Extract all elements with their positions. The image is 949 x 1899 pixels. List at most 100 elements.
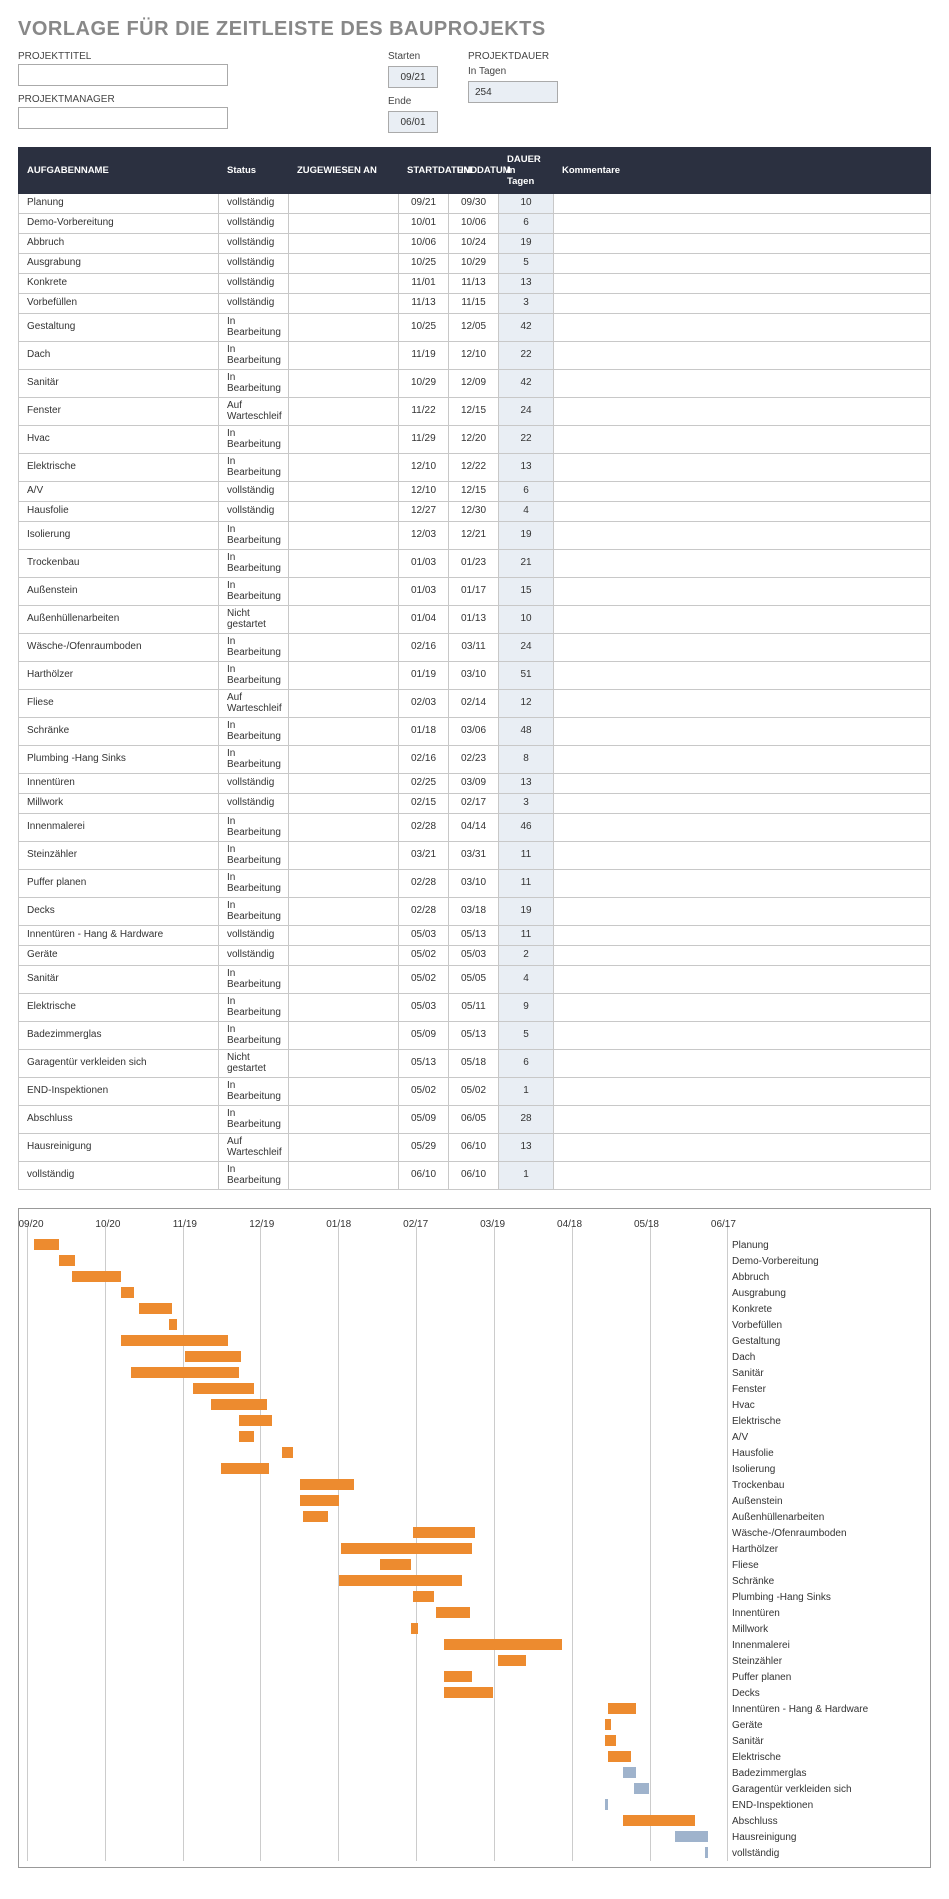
task-status: Auf Warteschleif (219, 690, 289, 718)
table-row[interactable]: END-InspektionenIn Bearbeitung05/0205/02… (19, 1078, 931, 1106)
task-status: In Bearbeitung (219, 314, 289, 342)
task-assigned (289, 522, 399, 550)
table-row[interactable]: AußensteinIn Bearbeitung01/0301/1715 (19, 578, 931, 606)
gantt-row-label: Wäsche-/Ofenraumboden (732, 1528, 926, 1539)
task-duration: 21 (499, 550, 554, 578)
table-row[interactable]: Puffer planenIn Bearbeitung02/2803/1011 (19, 870, 931, 898)
task-start: 12/10 (399, 482, 449, 502)
table-row[interactable]: FlieseAuf Warteschleif02/0302/1412 (19, 690, 931, 718)
table-row[interactable]: Innentüren - Hang & Hardwarevollständig0… (19, 926, 931, 946)
task-duration: 13 (499, 274, 554, 294)
table-row[interactable]: Planungvollständig09/2109/3010 (19, 194, 931, 214)
task-assigned (289, 254, 399, 274)
task-end: 12/20 (449, 426, 499, 454)
table-row[interactable]: Vorbefüllenvollständig11/1311/153 (19, 294, 931, 314)
task-name: Plumbing -Hang Sinks (19, 746, 219, 774)
table-row[interactable]: FensterAuf Warteschleif11/2212/1524 (19, 398, 931, 426)
table-row[interactable]: SchränkeIn Bearbeitung01/1803/0648 (19, 718, 931, 746)
gantt-bar (341, 1543, 472, 1554)
task-comments (554, 898, 931, 926)
task-duration: 42 (499, 314, 554, 342)
task-name: Außenhüllenarbeiten (19, 606, 219, 634)
table-row[interactable]: Innentürenvollständig02/2503/0913 (19, 774, 931, 794)
task-start: 11/19 (399, 342, 449, 370)
task-assigned (289, 214, 399, 234)
table-row[interactable]: ElektrischeIn Bearbeitung05/0305/119 (19, 994, 931, 1022)
project-title-input[interactable] (18, 64, 228, 86)
table-row[interactable]: Millworkvollständig02/1502/173 (19, 794, 931, 814)
table-row[interactable]: Abbruchvollständig10/0610/2419 (19, 234, 931, 254)
table-row[interactable]: HvacIn Bearbeitung11/2912/2022 (19, 426, 931, 454)
task-start: 05/29 (399, 1134, 449, 1162)
table-row[interactable]: vollständigIn Bearbeitung06/1006/101 (19, 1162, 931, 1190)
table-row[interactable]: InnenmalereiIn Bearbeitung02/2804/1446 (19, 814, 931, 842)
table-row[interactable]: Demo-Vorbereitungvollständig10/0110/066 (19, 214, 931, 234)
task-end: 12/21 (449, 522, 499, 550)
table-row[interactable]: HausreinigungAuf Warteschleif05/2906/101… (19, 1134, 931, 1162)
table-row[interactable]: AußenhüllenarbeitenNicht gestartet01/040… (19, 606, 931, 634)
task-name: Steinzähler (19, 842, 219, 870)
task-assigned (289, 294, 399, 314)
table-row[interactable]: DecksIn Bearbeitung02/2803/1819 (19, 898, 931, 926)
gantt-row-label: vollständig (732, 1848, 926, 1859)
gantt-row-label: END-Inspektionen (732, 1800, 926, 1811)
task-comments (554, 926, 931, 946)
gantt-row-label: Plumbing -Hang Sinks (732, 1592, 926, 1603)
gantt-bar (380, 1559, 411, 1570)
gantt-bar (300, 1495, 338, 1506)
task-name: Millwork (19, 794, 219, 814)
task-name: Elektrische (19, 994, 219, 1022)
task-status: Auf Warteschleif (219, 1134, 289, 1162)
task-name: Innentüren - Hang & Hardware (19, 926, 219, 946)
gantt-tick-label: 06/17 (711, 1219, 736, 1230)
task-assigned (289, 718, 399, 746)
gantt-bar (444, 1671, 472, 1682)
gantt-bar (303, 1511, 329, 1522)
task-duration: 19 (499, 234, 554, 254)
table-row[interactable]: IsolierungIn Bearbeitung12/0312/2119 (19, 522, 931, 550)
gantt-bar (339, 1575, 462, 1586)
gantt-bar (221, 1463, 270, 1474)
task-start: 12/10 (399, 454, 449, 482)
gantt-bar (59, 1255, 74, 1266)
table-row[interactable]: Hausfolievollständig12/2712/304 (19, 502, 931, 522)
table-row[interactable]: DachIn Bearbeitung11/1912/1022 (19, 342, 931, 370)
table-row[interactable]: Garagentür verkleiden sichNicht gestarte… (19, 1050, 931, 1078)
task-comments (554, 398, 931, 426)
project-manager-input[interactable] (18, 107, 228, 129)
gantt-row: Elektrische (31, 1749, 926, 1765)
task-end: 05/02 (449, 1078, 499, 1106)
task-duration: 13 (499, 774, 554, 794)
table-row[interactable]: ElektrischeIn Bearbeitung12/1012/2213 (19, 454, 931, 482)
gantt-row: Schränke (31, 1573, 926, 1589)
table-row[interactable]: TrockenbauIn Bearbeitung01/0301/2321 (19, 550, 931, 578)
table-row[interactable]: SanitärIn Bearbeitung05/0205/054 (19, 966, 931, 994)
col-duration: DAUER In Tagen (499, 148, 554, 194)
task-comments (554, 550, 931, 578)
task-duration: 15 (499, 578, 554, 606)
task-name: Harthölzer (19, 662, 219, 690)
table-row[interactable]: BadezimmerglasIn Bearbeitung05/0905/135 (19, 1022, 931, 1050)
task-assigned (289, 794, 399, 814)
task-assigned (289, 578, 399, 606)
table-row[interactable]: Gerätevollständig05/0205/032 (19, 946, 931, 966)
gantt-row-label: Steinzähler (732, 1656, 926, 1667)
table-row[interactable]: Ausgrabungvollständig10/2510/295 (19, 254, 931, 274)
task-status: In Bearbeitung (219, 522, 289, 550)
task-assigned (289, 1106, 399, 1134)
table-row[interactable]: Konkretevollständig11/0111/1313 (19, 274, 931, 294)
table-row[interactable]: SanitärIn Bearbeitung10/2912/0942 (19, 370, 931, 398)
task-assigned (289, 274, 399, 294)
gantt-row: Garagentür verkleiden sich (31, 1781, 926, 1797)
table-row[interactable]: AbschlussIn Bearbeitung05/0906/0528 (19, 1106, 931, 1134)
task-start: 10/01 (399, 214, 449, 234)
table-row[interactable]: HarthölzerIn Bearbeitung01/1903/1051 (19, 662, 931, 690)
table-row[interactable]: Wäsche-/OfenraumbodenIn Bearbeitung02/16… (19, 634, 931, 662)
task-start: 05/09 (399, 1106, 449, 1134)
task-name: Isolierung (19, 522, 219, 550)
task-comments (554, 966, 931, 994)
table-row[interactable]: SteinzählerIn Bearbeitung03/2103/3111 (19, 842, 931, 870)
table-row[interactable]: Plumbing -Hang SinksIn Bearbeitung02/160… (19, 746, 931, 774)
table-row[interactable]: A/Vvollständig12/1012/156 (19, 482, 931, 502)
table-row[interactable]: GestaltungIn Bearbeitung10/2512/0542 (19, 314, 931, 342)
